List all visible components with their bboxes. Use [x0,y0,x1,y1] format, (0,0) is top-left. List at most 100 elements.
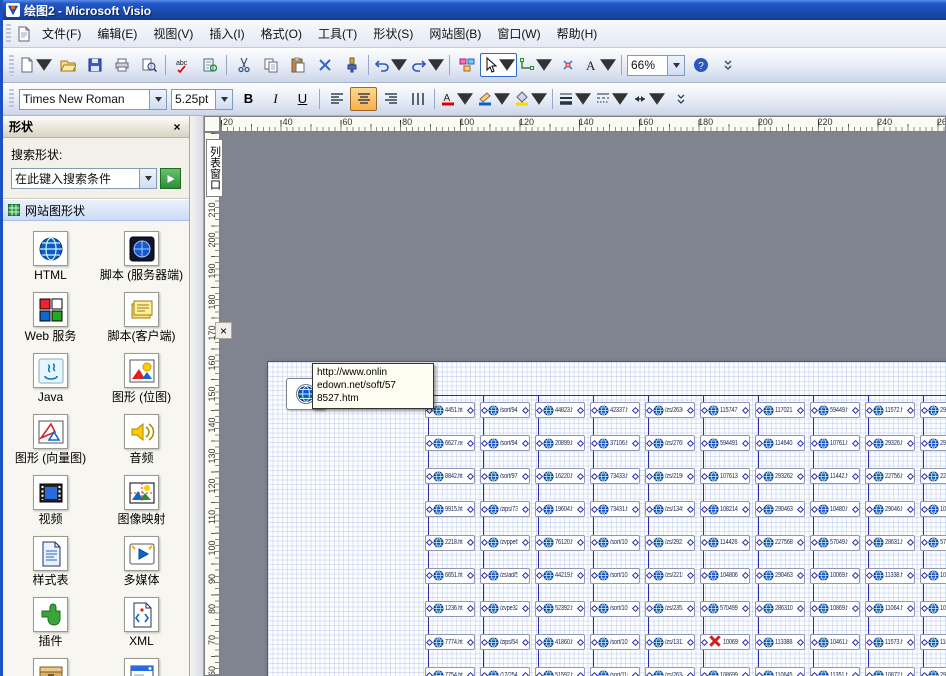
line-color-dropdown-arrow[interactable] [494,91,510,107]
font-name-combo[interactable]: Times New Roman [19,89,167,110]
sitemap-node[interactable]: /sort/108 [590,601,640,617]
sitemap-node[interactable]: /zs/27656 [645,435,695,451]
connector-button[interactable] [517,53,554,77]
sitemap-node[interactable]: 594491.htm [700,435,750,451]
overflow-button[interactable] [714,53,741,77]
line-ends-dropdown-arrow[interactable] [649,91,665,107]
sitemap-node[interactable]: 10869.htm [810,601,860,617]
sitemap-node[interactable]: 10480.htm [810,501,860,517]
sitemap-node[interactable]: 2218.htm [425,535,475,551]
sitemap-node[interactable]: 42337.htm [590,402,640,418]
copy-button[interactable] [257,53,284,77]
stencil-item-web-service[interactable]: Web 服务 [7,292,95,343]
sitemap-node[interactable]: /sort/106 [590,535,640,551]
menu-item[interactable]: 工具(T) [310,21,365,46]
sitemap-node[interactable]: /zs/ad/5 [480,568,530,584]
sitemap-node[interactable]: 1236.htm [425,601,475,617]
sitemap-node[interactable]: 1048 [920,501,946,517]
sitemap-node[interactable]: 114426.htm [700,535,750,551]
stencil-item-plugin[interactable]: 插件 [7,597,95,648]
sitemap-node[interactable]: 10872.htm [865,667,915,676]
sitemap-node[interactable]: 51592.htm [535,667,585,676]
sitemap-node[interactable]: 290463.htm [755,568,805,584]
redo-button[interactable] [409,53,446,77]
sitemap-node[interactable]: 110645.htm [755,667,805,676]
sitemap-node[interactable]: /zips/54 [480,634,530,650]
sitemap-node[interactable]: 108699.htm [700,667,750,676]
sitemap-node[interactable]: 16220.htm [535,468,585,484]
sitemap-node[interactable]: /17/254 [480,667,530,676]
sitemap-node[interactable]: 2932 [920,402,946,418]
italic-button[interactable]: I [262,87,289,111]
stencil-item-archive[interactable]: 存档 [7,658,95,676]
stencil-item-imagemap[interactable]: 图像映射 [98,475,186,526]
align-right-button[interactable] [377,87,404,111]
undo-dropdown-arrow[interactable] [391,57,407,73]
shapes-panel-close-button[interactable]: × [169,119,185,135]
sitemap-node[interactable]: 7754.htm [425,667,475,676]
stencil-item-video[interactable]: 视频 [7,475,95,526]
sitemap-node[interactable]: 59449.htm [810,402,860,418]
sitemap-node[interactable]: 115747.htm [700,402,750,418]
sitemap-node[interactable]: /sort/110 [590,667,640,676]
sitemap-node[interactable]: 10761.htm [810,435,860,451]
standard-toolbar-grip[interactable] [9,55,14,76]
stencil-item-vector[interactable]: 图形 (向量图) [7,414,95,465]
bold-button[interactable]: B [235,87,262,111]
sitemap-node[interactable]: 5704 [920,535,946,551]
sitemap-node[interactable]: 20899.htm [535,435,585,451]
stencil-item-script-client[interactable]: 脚本(客户端) [98,292,186,343]
shape-search-input[interactable]: 在此键入搜索条件 [11,168,157,189]
new-button[interactable] [17,53,54,77]
menu-item[interactable]: 文件(F) [34,21,89,46]
sitemap-node[interactable]: 57049.htm [810,535,860,551]
menu-item[interactable]: 网站图(B) [421,21,489,46]
sitemap-node[interactable]: 290463.htm [755,501,805,517]
line-weight-button[interactable] [556,87,593,111]
shape-search-go-button[interactable] [160,168,181,189]
sitemap-node[interactable]: 11573.htm [865,634,915,650]
sitemap-node[interactable]: 11064.htm [865,601,915,617]
align-center-button[interactable] [350,87,377,111]
research-button[interactable] [196,53,223,77]
line-pattern-button[interactable] [593,87,630,111]
fill-color-dropdown-arrow[interactable] [531,91,547,107]
sitemap-node[interactable]: /sort/949 [480,435,530,451]
font-color-button[interactable]: A [438,87,475,111]
font-size-combo[interactable]: 5.25pt [171,89,233,110]
spelling-button[interactable]: abc [169,53,196,77]
sitemap-node[interactable]: 114640.htm [755,435,805,451]
print-preview-button[interactable] [135,53,162,77]
text-button[interactable]: A [581,53,618,77]
fill-color-button[interactable] [512,87,549,111]
sitemap-node[interactable]: 1103 [920,634,946,650]
shape-search-dropdown-arrow[interactable] [139,169,156,188]
list-window-close-button[interactable]: × [215,322,232,339]
stencil-item-bitmap[interactable]: 图形 (位图) [98,353,186,404]
sitemap-node[interactable]: /zs/13116 [645,634,695,650]
sitemap-node[interactable]: 293262.htm [755,468,805,484]
delete-button[interactable] [311,53,338,77]
stencil-item-multimedia[interactable]: 多媒体 [98,536,186,587]
sitemap-node[interactable]: 108214.htm [700,501,750,517]
sitemap-node[interactable]: /zips/73 [480,501,530,517]
sitemap-node[interactable]: 29046.htm [865,501,915,517]
font-size-dropdown-arrow[interactable] [215,90,232,109]
menu-item[interactable]: 形状(S) [365,21,421,46]
stencil-item-html[interactable]: HTML [7,231,95,282]
sitemap-node[interactable]: 286310.htm [755,601,805,617]
diagram-button[interactable] [453,53,480,77]
font-color-dropdown-arrow[interactable] [457,91,473,107]
underline-button[interactable]: U [289,87,316,111]
menu-item[interactable]: 帮助(H) [549,21,606,46]
sitemap-node[interactable]: 6651.htm [425,568,475,584]
stencil-item-program[interactable]: 程序 [98,658,186,676]
sitemap-node[interactable]: /zvpe32 [480,601,530,617]
sitemap-node[interactable]: 570499.htm [700,601,750,617]
line-weight-dropdown-arrow[interactable] [575,91,591,107]
connector-dropdown-arrow[interactable] [536,57,552,73]
sitemap-node[interactable]: 9915.htm [425,501,475,517]
sitemap-node[interactable]: /zs/26304 [645,402,695,418]
redo-dropdown-arrow[interactable] [428,57,444,73]
stencil-item-script-server[interactable]: 脚本 (服务器端) [98,231,186,282]
